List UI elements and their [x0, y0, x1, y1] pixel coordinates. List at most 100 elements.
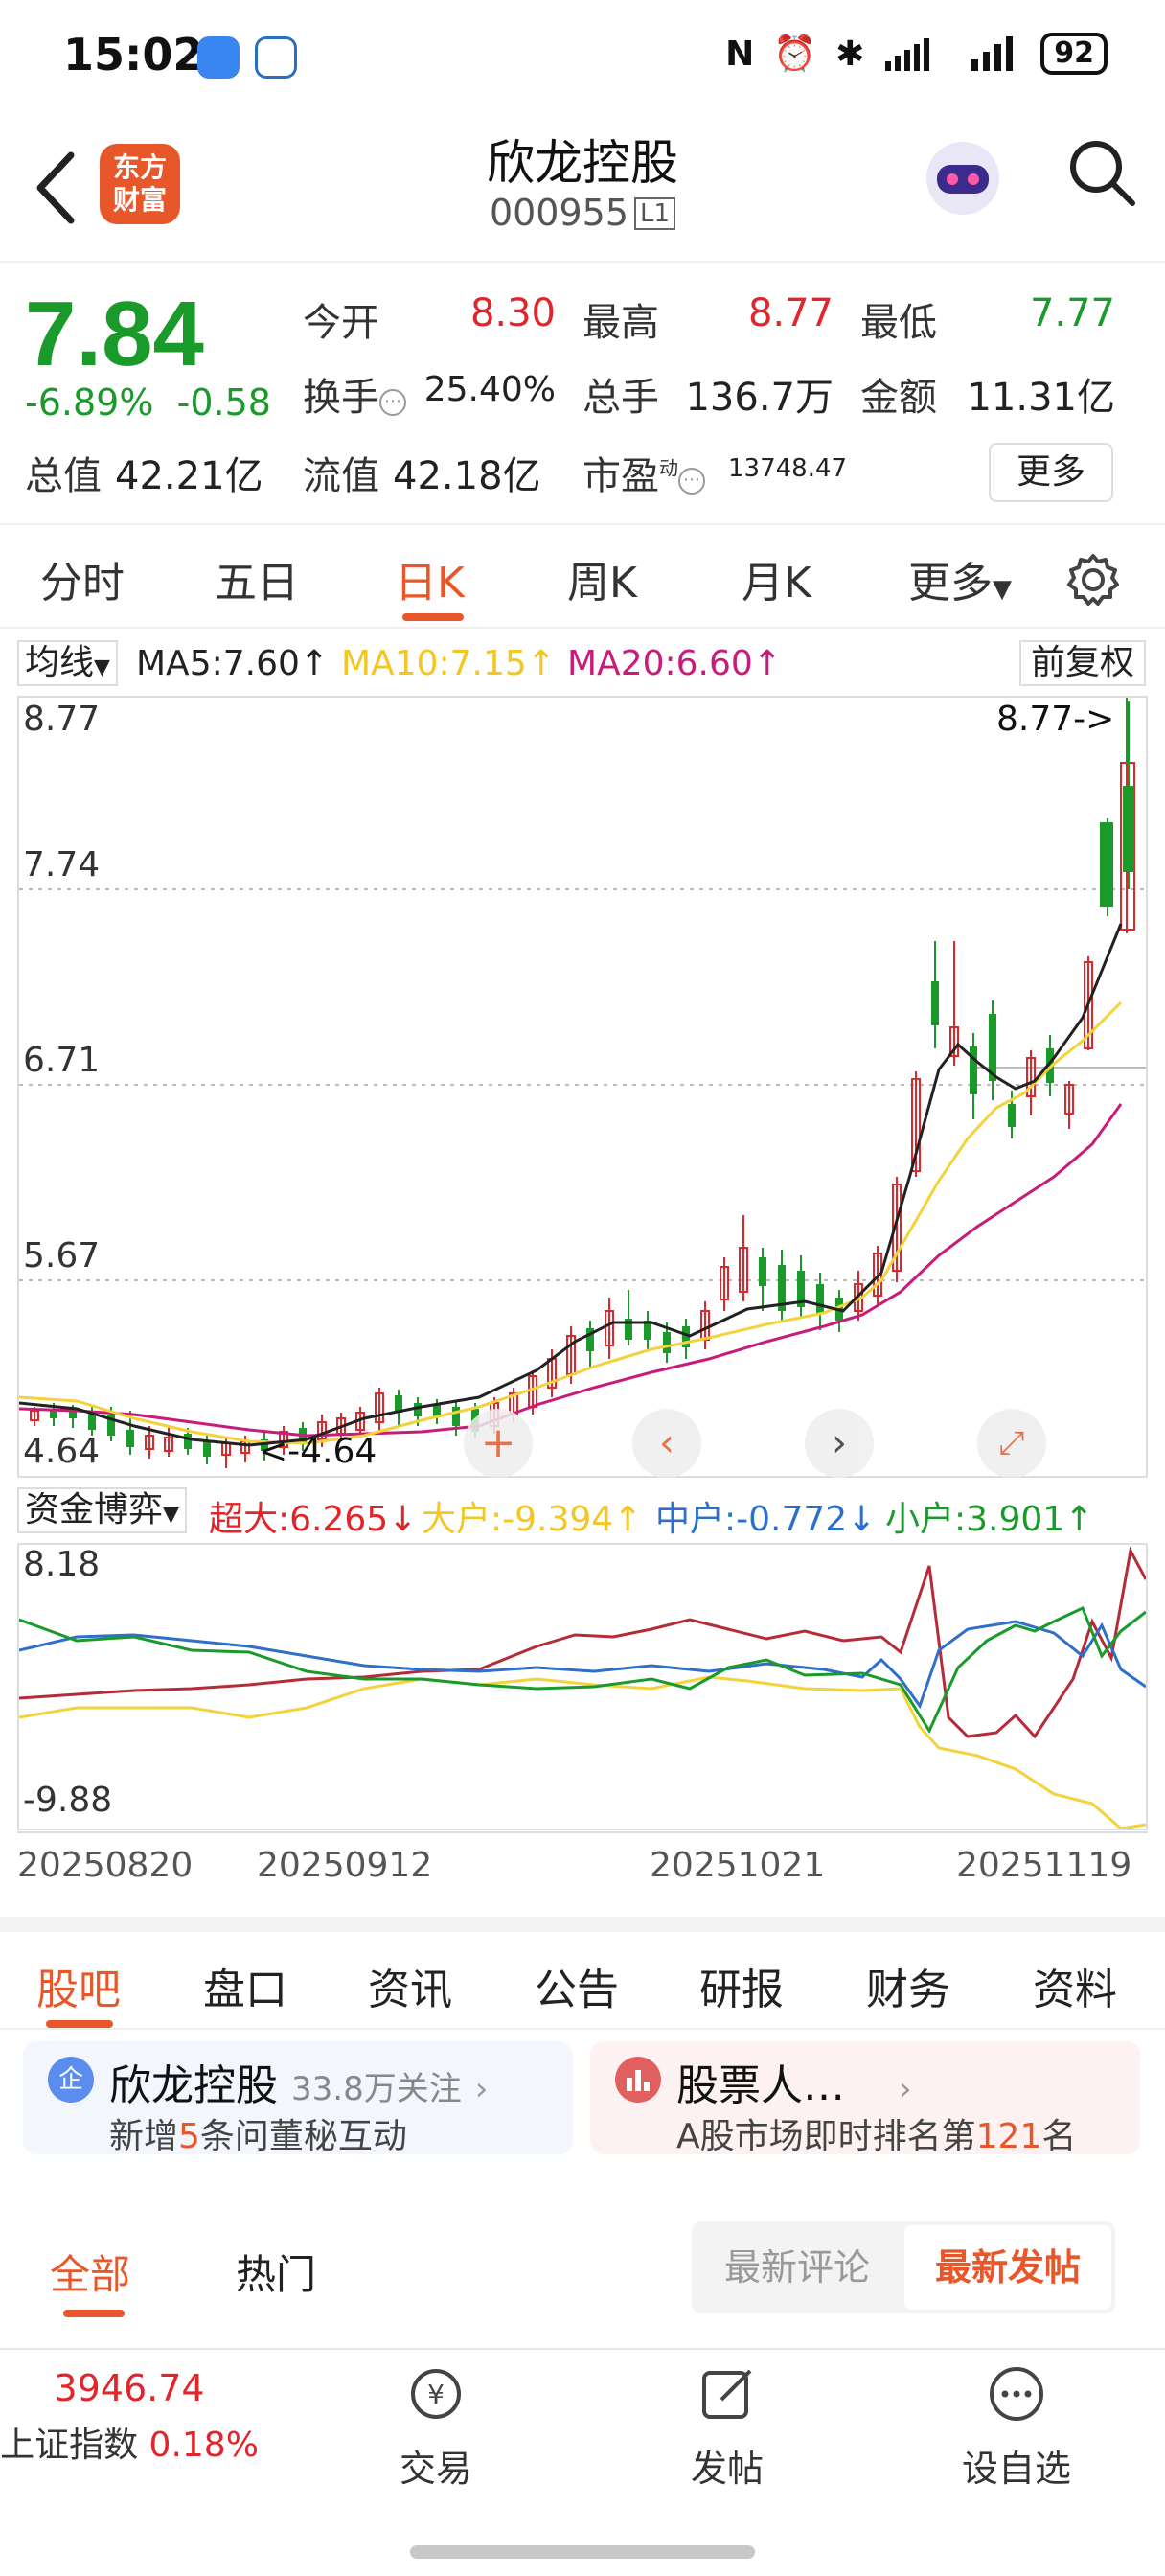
tab-announcements[interactable]: 公告 — [535, 1955, 619, 2016]
more-circle-icon — [990, 2367, 1043, 2421]
more-button[interactable]: 更多 — [989, 443, 1113, 502]
flow-large: 大户:-9.394↑ — [422, 1500, 643, 1539]
feed-tab-hot[interactable]: 热门 — [236, 2242, 316, 2301]
tab-news[interactable]: 资讯 — [368, 1955, 452, 2016]
tab-weekly-k[interactable]: 周K — [567, 548, 637, 610]
card-left-subtitle: 新增5条问董秘互动 — [109, 2117, 407, 2156]
y-axis-2: 7.74 — [23, 845, 101, 885]
feed-tab-all[interactable]: 全部 — [50, 2242, 130, 2301]
period-tabs: 分时 五日 日K 周K 月K 更多▼ — [0, 523, 1165, 629]
open-label: 今开 — [303, 301, 379, 345]
tab-finance[interactable]: 财务 — [866, 1955, 950, 2016]
tab-daily-k[interactable]: 日K — [395, 548, 465, 610]
sort-segment: 最新评论 最新发帖 — [692, 2221, 1115, 2313]
ma-row: 均线▼ MA5:7.60↑ MA10:7.15↑ MA20:6.60↑ 前复权 — [0, 638, 1165, 688]
scroll-left-button[interactable]: ‹ — [632, 1409, 701, 1478]
post-button[interactable]: 发帖 — [674, 2363, 780, 2492]
stock-rank-card[interactable]: 股票人… › A股市场即时排名第121名 — [590, 2041, 1140, 2156]
tab-monthly-k[interactable]: 月K — [742, 548, 811, 610]
plus-icon: + — [480, 1418, 516, 1467]
open-value: 8.30 — [469, 291, 556, 335]
level-badge: L1 — [634, 197, 676, 230]
tab-more[interactable]: 更多▼ — [908, 548, 1012, 610]
sort-latest-post[interactable]: 最新发帖 — [904, 2225, 1111, 2310]
assistant-robot-icon[interactable] — [920, 130, 1006, 226]
tab-guba[interactable]: 股吧 — [36, 1955, 121, 2016]
gear-icon[interactable] — [1065, 552, 1121, 608]
amount-label: 金额 — [860, 376, 937, 420]
price-change: -6.89% -0.58 — [25, 381, 271, 424]
float-label: 流值 — [303, 454, 379, 498]
flow-small: 小户:3.901↑ — [885, 1500, 1094, 1539]
home-indicator[interactable] — [410, 2545, 755, 2559]
y-axis-min: 4.64 — [23, 1432, 101, 1471]
mktcap-label: 总值 — [25, 454, 102, 498]
y-axis-3: 6.71 — [23, 1041, 101, 1080]
ma20-value: MA20:6.60↑ — [567, 644, 782, 683]
flow-super: 超大:6.265↓ — [209, 1500, 418, 1539]
money-flow-chart[interactable]: 8.18 -9.88 — [17, 1543, 1148, 1830]
add-watchlist-button[interactable]: 设自选 — [954, 2363, 1079, 2492]
tab-profile[interactable]: 资料 — [1033, 1955, 1117, 2016]
dropdown-icon: ▼ — [163, 1503, 179, 1527]
low-label: 最低 — [860, 301, 937, 345]
index-widget[interactable]: 3946.74 上证指数 0.18% — [0, 2367, 259, 2467]
battery-indicator: 92 — [1040, 33, 1108, 75]
chevron-right-icon: › — [474, 2070, 489, 2108]
date-label-1: 20250820 — [17, 1846, 194, 1885]
add-drawing-button[interactable]: + — [464, 1409, 533, 1478]
dropdown-icon: ▼ — [993, 575, 1012, 604]
sort-latest-comment[interactable]: 最新评论 — [692, 2221, 902, 2313]
tab-research[interactable]: 研报 — [699, 1955, 784, 2016]
bottom-bar: 3946.74 上证指数 0.18% ¥ 交易 发帖 设自选 — [0, 2348, 1165, 2576]
flow-axis-top: 8.18 — [23, 1545, 101, 1584]
flow-svg — [18, 1546, 1148, 1830]
large-line — [18, 1675, 1147, 1830]
stock-bar-card[interactable]: 企 欣龙控股 33.8万关注 › 新增5条问董秘互动 — [23, 2041, 573, 2156]
high-label: 最高 — [582, 301, 659, 345]
yuan-exchange-icon: ¥ — [411, 2369, 461, 2419]
kline-chart[interactable]: 8.77 7.74 6.71 5.67 4.64 8.77-> <-4.64 +… — [17, 696, 1148, 1478]
dropdown-icon: ▼ — [94, 656, 110, 679]
stock-header: 东方 财富 欣龙控股 000955 L1 — [0, 107, 1165, 259]
tab-pankou[interactable]: 盘口 — [203, 1955, 287, 2016]
kline-svg — [18, 698, 1146, 1468]
chevron-left-icon: ‹ — [659, 1421, 674, 1465]
chevron-right-icon: › — [898, 2070, 912, 2108]
info-icon[interactable]: ⋯ — [678, 468, 705, 494]
date-label-4: 20251119 — [956, 1846, 1132, 1885]
flow-medium: 中户:-0.772↓ — [655, 1500, 877, 1539]
ma5-value: MA5:7.60↑ — [136, 644, 330, 683]
search-icon[interactable] — [1063, 134, 1140, 211]
float-value: 42.18亿 — [393, 454, 541, 498]
status-bar: 15:02 N ⏰ ✱ 92 — [0, 0, 1165, 107]
bluetooth-icon: ✱ — [835, 34, 865, 74]
amount-value: 11.31亿 — [967, 376, 1115, 420]
edit-icon — [702, 2369, 752, 2419]
tab-intraday[interactable]: 分时 — [40, 548, 125, 610]
turnover-value: 25.40% — [423, 370, 556, 409]
max-price-note: 8.77-> — [996, 700, 1115, 739]
feed-tab-indicator — [63, 2310, 125, 2317]
date-label-3: 20251021 — [650, 1846, 826, 1885]
fullscreen-button[interactable]: ⤢ — [977, 1409, 1046, 1478]
y-axis-max: 8.77 — [23, 700, 101, 739]
pe-value: 13748.47 — [728, 454, 848, 483]
stock-code: 000955 — [489, 192, 629, 234]
volume-label: 总手 — [582, 376, 659, 420]
info-icon[interactable]: ⋯ — [379, 389, 406, 416]
card-right-title: 股票人… › — [676, 2061, 912, 2110]
ma-select[interactable]: 均线▼ — [17, 640, 118, 686]
tab-five-day[interactable]: 五日 — [215, 548, 299, 610]
flow-select[interactable]: 资金博弈▼ — [17, 1487, 187, 1533]
high-value: 8.77 — [747, 291, 834, 335]
scroll-right-button[interactable]: › — [805, 1409, 874, 1478]
svg-text:¥: ¥ — [427, 2379, 445, 2410]
adjust-button[interactable]: 前复权 — [1018, 640, 1146, 686]
y-axis-4: 5.67 — [23, 1236, 101, 1276]
flow-row: 资金博弈▼ 超大:6.265↓ 大户:-9.394↑ 中户:-0.772↓ 小户… — [0, 1484, 1165, 1539]
card-right-subtitle: A股市场即时排名第121名 — [676, 2117, 1077, 2156]
message-app-icon — [197, 36, 240, 79]
trade-button[interactable]: ¥ 交易 — [383, 2363, 489, 2492]
min-price-note: <-4.64 — [259, 1432, 377, 1471]
